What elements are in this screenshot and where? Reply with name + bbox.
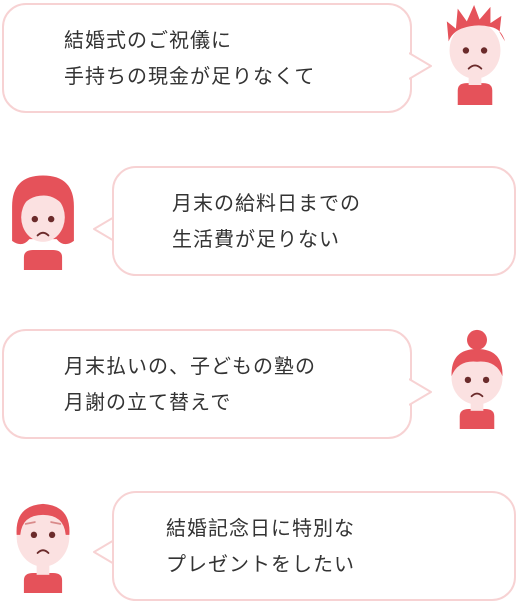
bubble-text-line: 手持ちの現金が足りなくて xyxy=(64,64,316,88)
speech-row-1: 結婚式のご祝儀に 手持ちの現金が足りなくて xyxy=(0,3,518,123)
speech-row-3: 月末払いの、子どもの塾の 月謝の立て替えで xyxy=(0,329,518,449)
bubble-text-line: プレゼントをしたい xyxy=(166,552,355,576)
bubble-text-line: 結婚式のご祝儀に xyxy=(64,28,232,52)
bubble-tail xyxy=(409,378,432,406)
speech-row-4: 結婚記念日に特別な プレゼントをしたい xyxy=(0,491,518,611)
bubble-text-line: 月末の給料日までの xyxy=(172,191,361,215)
speech-bubble: 月末の給料日までの 生活費が足りない xyxy=(112,166,516,276)
older-man-avatar xyxy=(16,503,70,593)
spiky-hair-man-avatar xyxy=(446,5,505,105)
bubble-text-line: 月末払いの、子どもの塾の xyxy=(64,354,316,378)
speech-bubble: 結婚記念日に特別な プレゼントをしたい xyxy=(112,491,516,601)
bubble-text-line: 生活費が足りない xyxy=(172,227,340,251)
speech-bubble: 月末払いの、子どもの塾の 月謝の立て替えで xyxy=(2,329,412,439)
bubble-text-line: 月謝の立て替えで xyxy=(64,390,232,414)
speech-bubble: 結婚式のご祝儀に 手持ちの現金が足りなくて xyxy=(2,3,412,113)
bubble-tail xyxy=(409,52,432,80)
bob-hair-woman-avatar xyxy=(12,175,74,270)
speech-row-2: 月末の給料日までの 生活費が足りない xyxy=(0,166,518,286)
bubble-text-line: 結婚記念日に特別な xyxy=(166,516,355,540)
bun-hair-woman-avatar xyxy=(451,329,503,429)
